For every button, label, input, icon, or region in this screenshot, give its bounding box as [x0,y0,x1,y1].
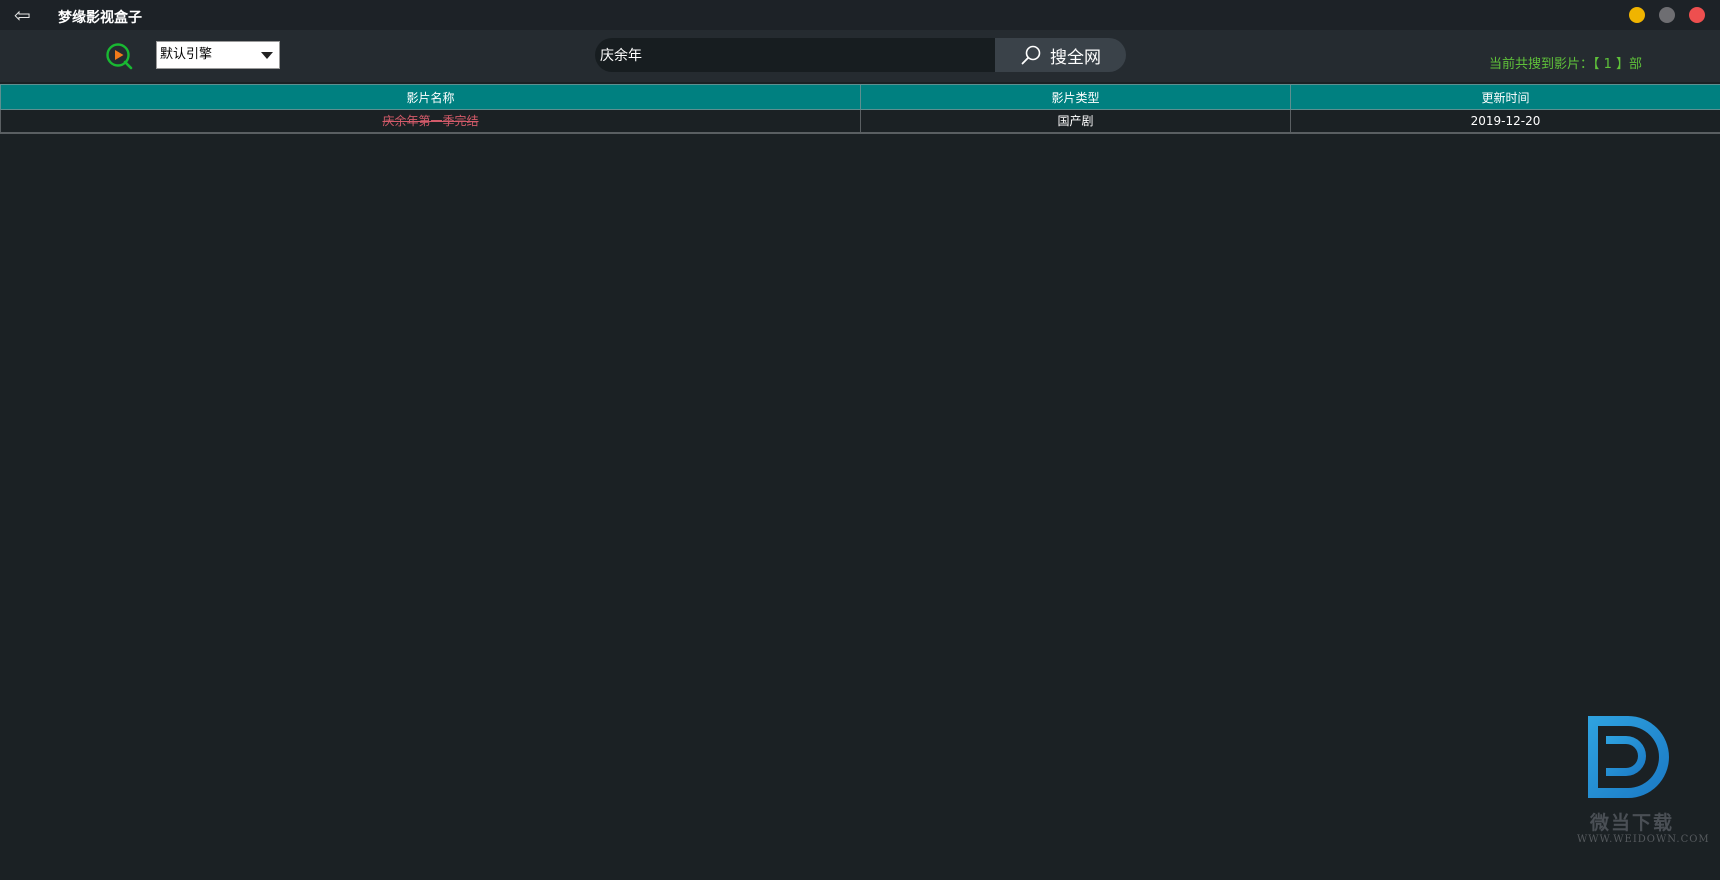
engine-select[interactable]: 默认引擎 [156,41,280,69]
toolbar: 默认引擎 搜全网 当前共搜到影片：【 1 】部 [0,30,1720,82]
table-row[interactable]: 庆余年第一季完结 国产剧 2019-12-20 [0,109,1720,134]
engine-select-value: 默认引擎 [160,47,213,62]
arrow-left-icon[interactable]: ⇦ [14,4,38,26]
search-all-button[interactable]: 搜全网 [995,38,1126,72]
results-table: 影片名称 影片类型 更新时间 庆余年第一季完结 国产剧 2019-12-20 [0,84,1720,134]
watermark-url: WWW.WEIDOWN.COM [1577,834,1710,845]
row-name-cell[interactable]: 庆余年第一季完结 [0,109,861,134]
watermark-text: 微当下载 [1590,812,1675,834]
minimize-button[interactable] [1629,7,1645,23]
play-search-icon [106,43,133,70]
column-header-name[interactable]: 影片名称 [0,84,861,110]
maximize-button[interactable] [1659,7,1675,23]
close-button[interactable] [1689,7,1705,23]
search-input[interactable] [595,38,995,72]
column-header-time[interactable]: 更新时间 [1290,84,1720,110]
search-icon [1021,45,1041,65]
table-header-row: 影片名称 影片类型 更新时间 [0,84,1720,110]
chevron-down-icon [261,52,273,59]
title-bar: ⇦ 梦缘影视盒子 [0,0,1720,30]
search-all-button-label: 搜全网 [1050,47,1101,68]
app-title: 梦缘影视盒子 [58,10,142,26]
row-time-cell: 2019-12-20 [1290,109,1720,134]
row-type-cell: 国产剧 [860,109,1291,134]
column-header-type[interactable]: 影片类型 [860,84,1291,110]
search-box: 搜全网 [595,38,1126,72]
result-count: 当前共搜到影片：【 1 】部 [1489,57,1643,72]
